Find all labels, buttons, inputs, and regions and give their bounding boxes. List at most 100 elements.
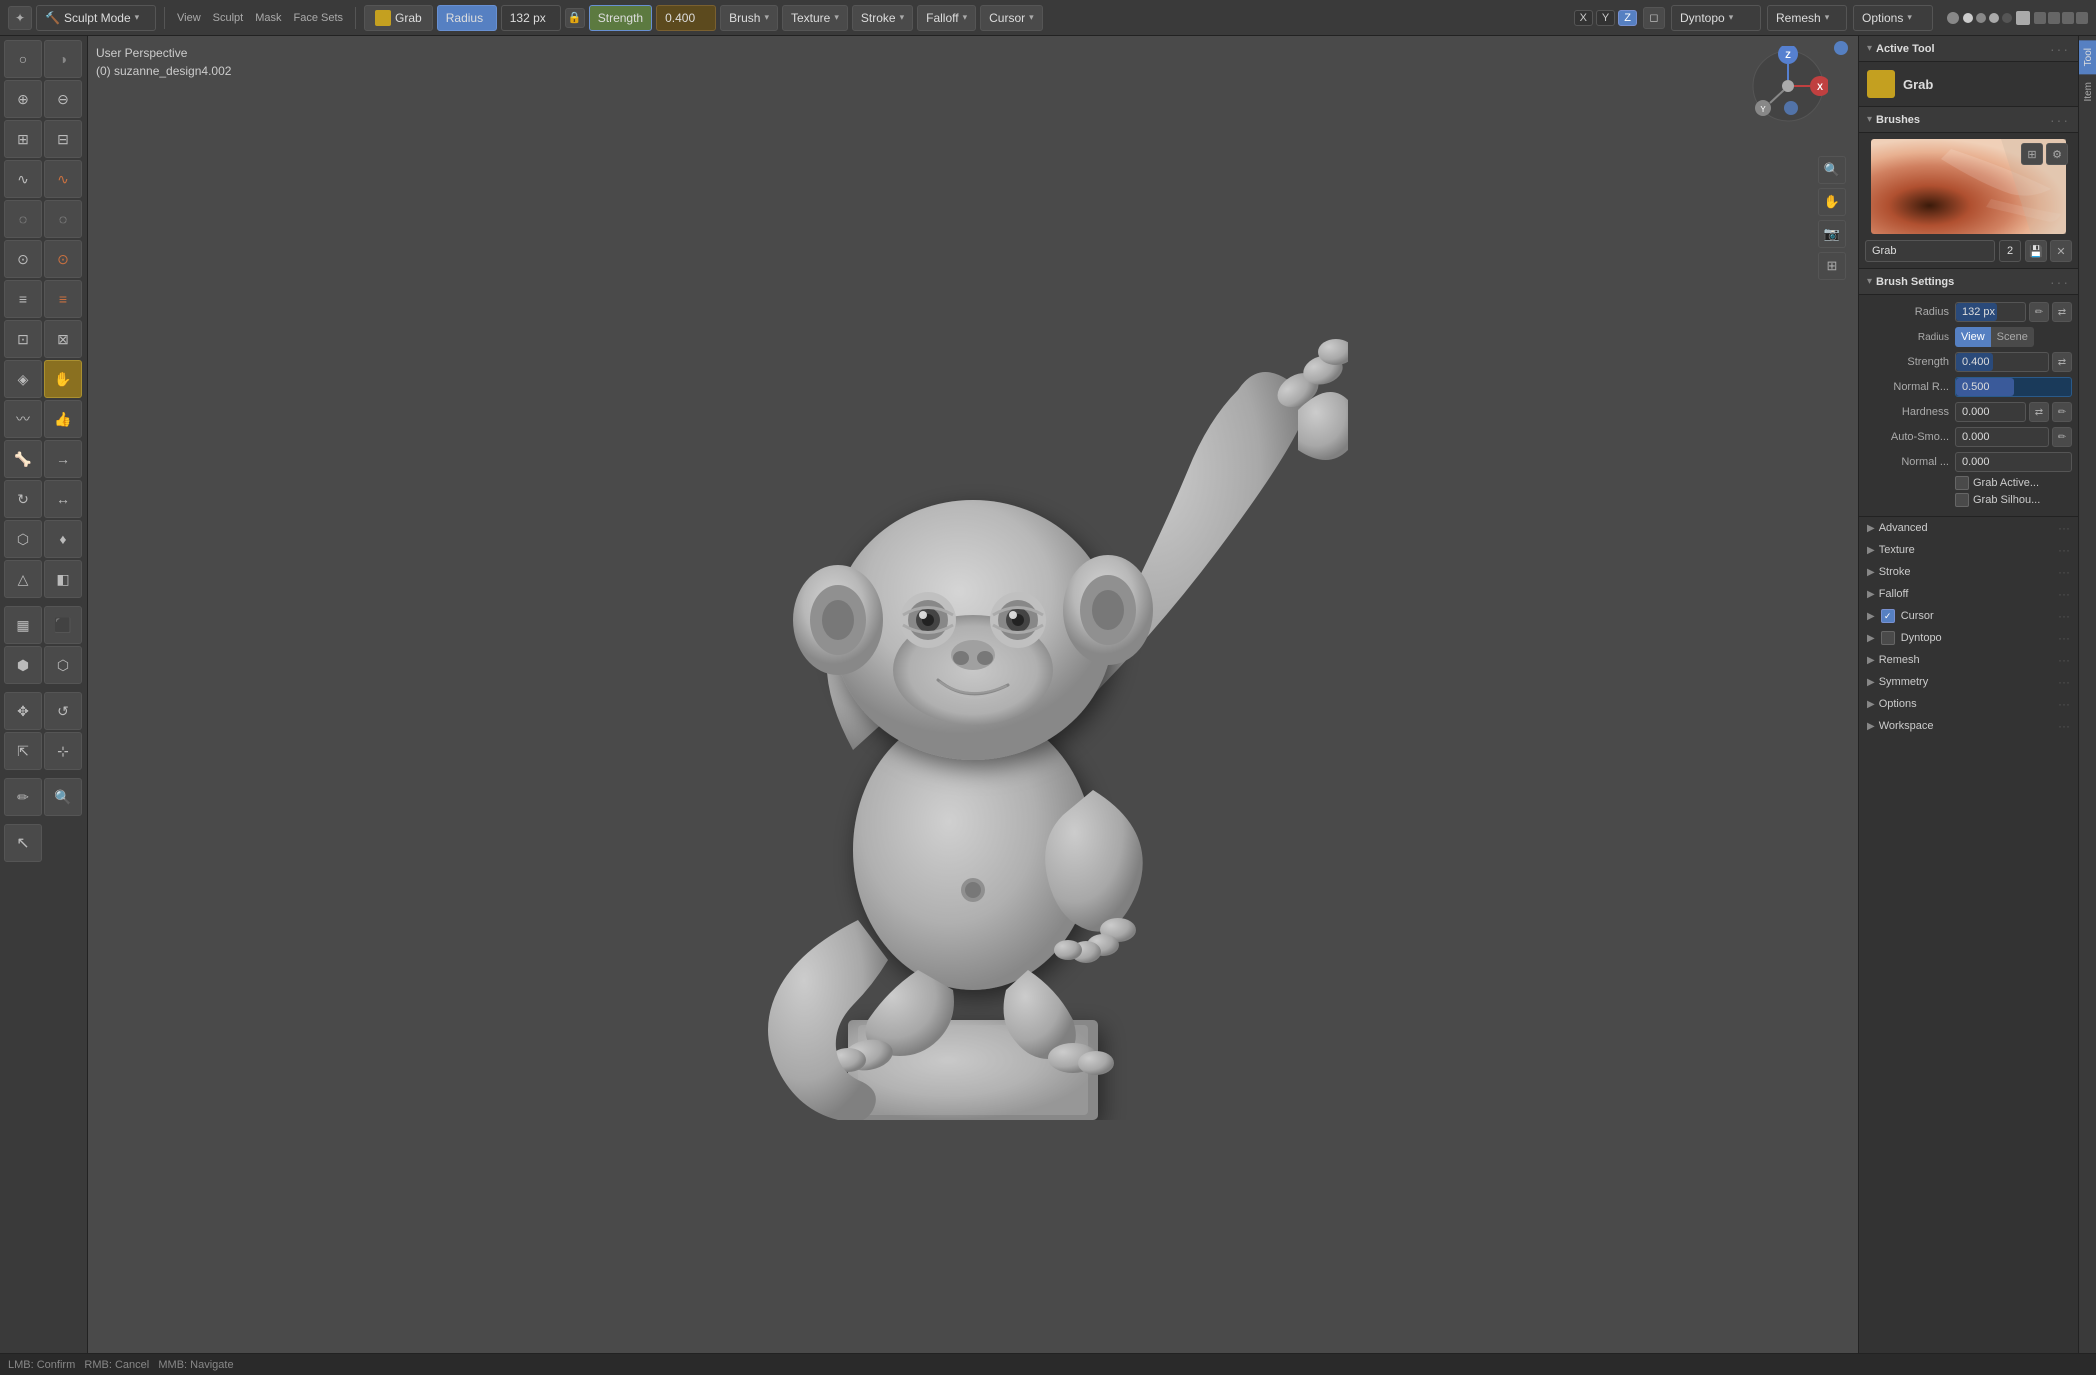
tool-inflate[interactable]: ⊕ — [4, 80, 42, 118]
item-tab[interactable]: Item — [2079, 74, 2096, 109]
tool-simplify[interactable]: △ — [4, 560, 42, 598]
texture-menu-btn[interactable]: Texture ▾ — [782, 5, 848, 31]
symmetry-row[interactable]: ▶ Symmetry ··· — [1859, 671, 2078, 693]
remesh-row[interactable]: ▶ Remesh ··· — [1859, 649, 2078, 671]
tool-elastic[interactable]: ◈ — [4, 360, 42, 398]
tool-crease[interactable]: ∿ — [4, 160, 42, 198]
nav-gizmo[interactable]: Z X Y — [1748, 46, 1828, 129]
tool-draw[interactable]: ○ — [4, 40, 42, 78]
tool-rotate[interactable]: ↻ — [4, 480, 42, 518]
tool-nudge[interactable]: → — [44, 440, 82, 478]
pan-btn[interactable]: ✋ — [1818, 188, 1846, 216]
tool-facesets[interactable]: ⬢ — [4, 646, 42, 684]
tool-boundary[interactable]: ⬡ — [4, 520, 42, 558]
tool-slide[interactable]: ↔ — [44, 480, 82, 518]
radius-unit-scene-btn[interactable]: Scene — [1991, 327, 2034, 347]
tool-move[interactable]: ✥ — [4, 692, 42, 730]
viewport[interactable]: User Perspective (0) suzanne_design4.002 — [88, 36, 1858, 1353]
tool-annotate2[interactable]: 🔍 — [44, 778, 82, 816]
mode-dropdown[interactable]: 🔨 Sculpt Mode ▾ — [36, 5, 156, 31]
view-menu[interactable]: View — [173, 12, 205, 24]
brushes-header[interactable]: ▾ Brushes ··· — [1859, 107, 2078, 133]
radius-edit-btn[interactable]: ✏ — [2029, 302, 2049, 322]
brush-settings-btn[interactable]: ⚙ — [2046, 143, 2068, 165]
tool-pinch[interactable]: ⊙ — [4, 240, 42, 278]
tool-draw2[interactable]: ◑ — [44, 40, 82, 78]
tool-crease2[interactable]: ∿ — [44, 160, 82, 198]
texture-row[interactable]: ▶ Texture ··· — [1859, 539, 2078, 561]
blender-icon-btn[interactable]: ✦ — [8, 6, 32, 30]
cursor-row[interactable]: ▶ ✓ Cursor ··· — [1859, 605, 2078, 627]
tool-layer[interactable]: ≡ — [4, 280, 42, 318]
grid-icon[interactable] — [2016, 11, 2030, 25]
brush-menu-btn[interactable]: Brush ▾ — [720, 5, 778, 31]
falloff-row[interactable]: ▶ Falloff ··· — [1859, 583, 2078, 605]
tool-multiplane[interactable]: ⊡ — [4, 320, 42, 358]
radius-lock-btn[interactable]: 🔒 — [565, 8, 585, 28]
facesets-menu[interactable]: Face Sets — [290, 12, 348, 24]
brush-expand-btn[interactable]: ⊞ — [2021, 143, 2043, 165]
hardness-swap-btn[interactable]: ⇄ — [2029, 402, 2049, 422]
normal-radius-value[interactable]: 0.500 — [1955, 377, 2072, 397]
brush-save-btn[interactable]: 💾 — [2025, 240, 2047, 262]
options-row[interactable]: ▶ Options ··· — [1859, 693, 2078, 715]
camera-btn[interactable]: 📷 — [1818, 220, 1846, 248]
active-tool-header[interactable]: ▾ Active Tool ··· — [1859, 36, 2078, 62]
advanced-row[interactable]: ▶ Advanced ··· — [1859, 517, 2078, 539]
tool-inflate2[interactable]: ⊖ — [44, 80, 82, 118]
tool-pinch2[interactable]: ⊙ — [44, 240, 82, 278]
hardness-edit-btn[interactable]: ✏ — [2052, 402, 2072, 422]
stroke-menu-btn[interactable]: Stroke ▾ — [852, 5, 913, 31]
tool-layer2[interactable]: ≡ — [44, 280, 82, 318]
tool-grab-active[interactable]: ✋ — [44, 360, 82, 398]
tool-mask2[interactable]: ▦ — [4, 606, 42, 644]
xyz-toggle[interactable]: X Y Z — [1574, 10, 1637, 26]
options-dropdown[interactable]: Options ▾ — [1853, 5, 1933, 31]
autosmooth-edit-btn[interactable]: ✏ — [2052, 427, 2072, 447]
radius-unit-view-btn[interactable]: View — [1955, 327, 1991, 347]
tool-facesets2[interactable]: ⬡ — [44, 646, 82, 684]
tool-mask[interactable]: ◧ — [44, 560, 82, 598]
grab-active-checkbox[interactable] — [1955, 476, 1969, 490]
brush-close-btn[interactable]: ✕ — [2050, 240, 2072, 262]
viewport-shading-btn[interactable]: ◻ — [1643, 7, 1665, 29]
tool-annotate[interactable]: ✏ — [4, 778, 42, 816]
mask-menu[interactable]: Mask — [251, 12, 285, 24]
cursor-checkbox[interactable]: ✓ — [1881, 609, 1895, 623]
tool-name-btn[interactable]: Grab — [364, 5, 433, 31]
autosmooth-value[interactable]: 0.000 — [1955, 427, 2049, 447]
cursor-menu-btn[interactable]: Cursor ▾ — [980, 5, 1043, 31]
dyntopo-row[interactable]: ▶ Dyntopo ··· — [1859, 627, 2078, 649]
radius-value-field[interactable]: 132 px — [501, 5, 561, 31]
brush-settings-header[interactable]: ▾ Brush Settings ··· — [1859, 269, 2078, 295]
tool-multiplane2[interactable]: ⊠ — [44, 320, 82, 358]
screen-icon[interactable] — [1947, 12, 1959, 24]
tool-pose[interactable]: 🦴 — [4, 440, 42, 478]
tool-scale[interactable]: ⇱ — [4, 732, 42, 770]
stroke-row[interactable]: ▶ Stroke ··· — [1859, 561, 2078, 583]
hardness-value[interactable]: 0.000 — [1955, 402, 2026, 422]
grid-btn[interactable]: ⊞ — [1818, 252, 1846, 280]
grab-silhou-checkbox[interactable] — [1955, 493, 1969, 507]
tool-flatten2[interactable]: ⊟ — [44, 120, 82, 158]
tool-tab[interactable]: Tool — [2079, 40, 2096, 74]
zoom-to-fit-btn[interactable]: 🔍 — [1818, 156, 1846, 184]
falloff-menu-btn[interactable]: Falloff ▾ — [917, 5, 976, 31]
tool-smooth[interactable]: ◌ — [4, 200, 42, 238]
tool-paint[interactable]: ⬛ — [44, 606, 82, 644]
tool-thumb[interactable]: 👍 — [44, 400, 82, 438]
strength-value-field[interactable]: 0.400 — [656, 5, 716, 31]
tool-snake[interactable]: 〰 — [4, 400, 42, 438]
tool-cloth[interactable]: ♦ — [44, 520, 82, 558]
tool-cursor[interactable]: ↖ — [4, 824, 42, 862]
tool-transform[interactable]: ⊹ — [44, 732, 82, 770]
remesh-dropdown[interactable]: Remesh ▾ — [1767, 5, 1847, 31]
radius-lock-btn[interactable]: ⇄ — [2052, 302, 2072, 322]
dyntopo-dropdown[interactable]: Dyntopo ▾ — [1671, 5, 1761, 31]
workspace-row[interactable]: ▶ Workspace ··· — [1859, 715, 2078, 737]
radius-value-display[interactable]: 132 px — [1955, 302, 2026, 322]
tool-smooth2[interactable]: ◌ — [44, 200, 82, 238]
tool-flatten[interactable]: ⊞ — [4, 120, 42, 158]
strength-value-display[interactable]: 0.400 — [1955, 352, 2049, 372]
strength-lock-btn[interactable]: ⇄ — [2052, 352, 2072, 372]
